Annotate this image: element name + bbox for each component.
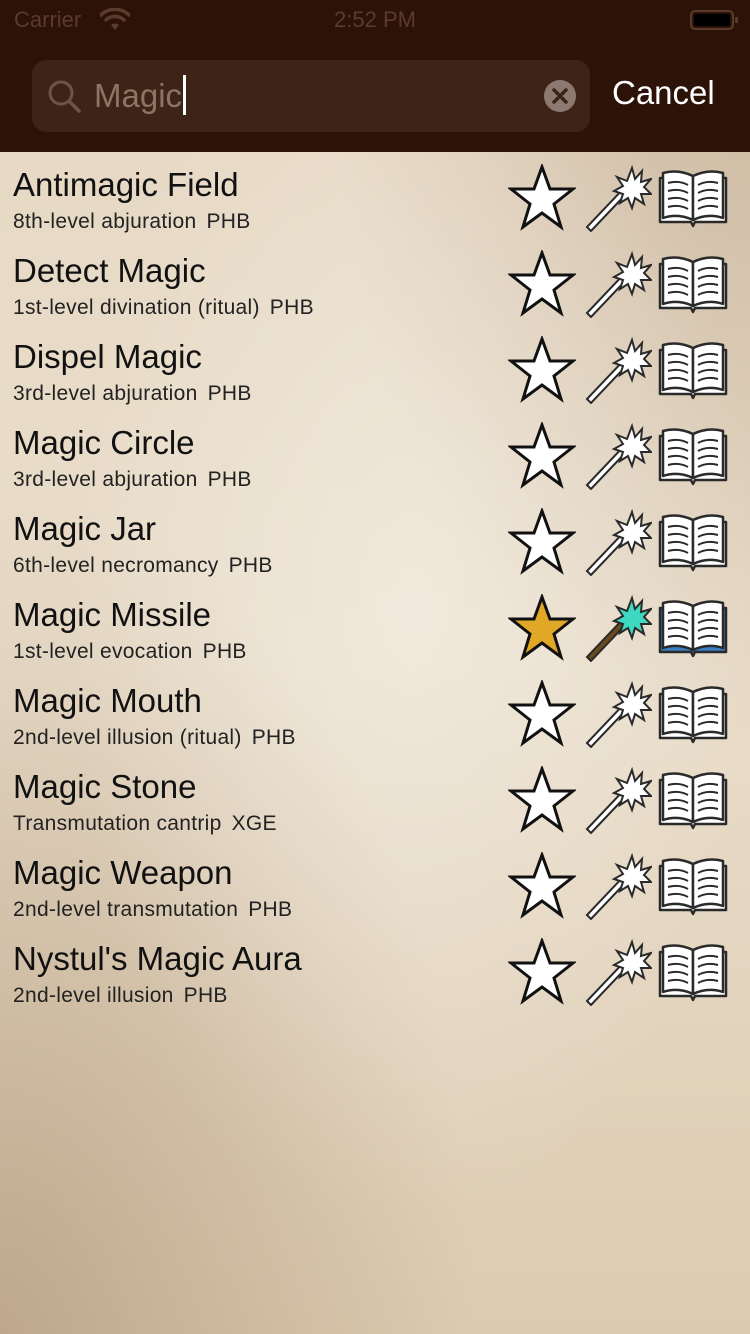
spell-source: PHB: [228, 554, 273, 577]
spell-name: Antimagic Field: [13, 166, 239, 203]
spellbook-icon[interactable]: [658, 598, 728, 658]
status-time: 2:52 PM: [334, 7, 416, 32]
spell-name: Magic Missile: [13, 596, 212, 633]
search-input[interactable]: Magic: [94, 75, 187, 115]
star-icon[interactable]: [508, 250, 576, 318]
spell-subtitle: 8th-level abjuration PHB: [13, 210, 251, 234]
clear-icon[interactable]: [544, 80, 576, 112]
spell-row[interactable]: Magic Missile 1st-level evocation PHB: [0, 582, 750, 668]
spell-level-school: Transmutation cantrip: [13, 812, 222, 835]
magic-wand-icon[interactable]: [584, 508, 652, 576]
magic-wand-icon[interactable]: [584, 938, 652, 1006]
spell-name: Magic Weapon: [13, 854, 233, 891]
battery-icon: [690, 10, 738, 30]
spell-row[interactable]: Magic Mouth 2nd-level illusion (ritual) PH…: [0, 668, 750, 754]
spell-row[interactable]: Magic Jar 6th-level necromancy PHB: [0, 496, 750, 582]
spell-subtitle: 3rd-level abjuration PHB: [13, 468, 252, 492]
status-bar: Carrier 2:52 PM: [0, 0, 750, 40]
spell-subtitle: 2nd-level illusion PHB: [13, 984, 228, 1008]
spell-level-school: 6th-level necromancy: [13, 554, 219, 577]
spell-row[interactable]: Detect Magic 1st-level divination (ritual…: [0, 238, 750, 324]
spell-source: PHB: [248, 898, 293, 921]
text-caret: [183, 75, 187, 115]
star-icon[interactable]: [508, 852, 576, 920]
star-icon[interactable]: [508, 594, 576, 662]
spell-level-school: 3rd-level abjuration: [13, 468, 198, 491]
spell-name: Detect Magic: [13, 252, 206, 289]
spell-source: PHB: [206, 210, 251, 233]
spell-source: PHB: [251, 726, 296, 749]
spell-source: XGE: [231, 812, 277, 835]
magic-wand-icon[interactable]: [584, 852, 652, 920]
spell-row[interactable]: Nystul's Magic Aura 2nd-level illusion PHB: [0, 926, 750, 1012]
spell-list: Antimagic Field 8th-level abjuration PHB De…: [0, 152, 750, 1012]
spellbook-icon[interactable]: [658, 856, 728, 916]
spell-row[interactable]: Antimagic Field 8th-level abjuration PHB: [0, 152, 750, 238]
spell-row[interactable]: Magic Weapon 2nd-level transmutation PHB: [0, 840, 750, 926]
star-icon[interactable]: [508, 508, 576, 576]
spell-level-school: 2nd-level transmutation: [13, 898, 239, 921]
spellbook-icon[interactable]: [658, 684, 728, 744]
spell-level-school: 2nd-level illusion: [13, 984, 174, 1007]
spell-level-school: 1st-level evocation: [13, 640, 193, 663]
star-icon[interactable]: [508, 422, 576, 490]
spell-subtitle: 1st-level divination (ritual) PHB: [13, 296, 314, 320]
spellbook-icon[interactable]: [658, 168, 728, 228]
spell-name: Magic Mouth: [13, 682, 202, 719]
spell-subtitle: 1st-level evocation PHB: [13, 640, 247, 664]
spell-subtitle: 2nd-level transmutation PHB: [13, 898, 292, 922]
spell-source: PHB: [202, 640, 247, 663]
spellbook-icon[interactable]: [658, 426, 728, 486]
magic-wand-icon[interactable]: [584, 164, 652, 232]
spell-name: Dispel Magic: [13, 338, 202, 375]
spell-level-school: 8th-level abjuration: [13, 210, 197, 233]
spell-level-school: 3rd-level abjuration: [13, 382, 198, 405]
star-icon[interactable]: [508, 164, 576, 232]
spell-row[interactable]: Dispel Magic 3rd-level abjuration PHB: [0, 324, 750, 410]
search-input-value: Magic: [94, 77, 183, 114]
star-icon[interactable]: [508, 938, 576, 1006]
search-field[interactable]: Magic: [32, 60, 590, 132]
cancel-button[interactable]: Cancel: [612, 74, 715, 112]
spell-subtitle: 2nd-level illusion (ritual) PHB: [13, 726, 296, 750]
spell-subtitle: 3rd-level abjuration PHB: [13, 382, 252, 406]
magic-wand-icon[interactable]: [584, 766, 652, 834]
spell-name: Magic Jar: [13, 510, 157, 547]
magic-wand-icon[interactable]: [584, 680, 652, 748]
magic-wand-icon[interactable]: [584, 594, 652, 662]
spellbook-icon[interactable]: [658, 942, 728, 1002]
spell-level-school: 2nd-level illusion (ritual): [13, 726, 242, 749]
star-icon[interactable]: [508, 766, 576, 834]
spell-source: PHB: [269, 296, 314, 319]
spell-name: Nystul's Magic Aura: [13, 940, 302, 977]
star-icon[interactable]: [508, 680, 576, 748]
spell-row[interactable]: Magic Circle 3rd-level abjuration PHB: [0, 410, 750, 496]
navigation-bar: Carrier 2:52 PM Magic Cancel: [0, 0, 750, 152]
star-icon[interactable]: [508, 336, 576, 404]
magic-wand-icon[interactable]: [584, 422, 652, 490]
spell-name: Magic Stone: [13, 768, 197, 805]
spell-name: Magic Circle: [13, 424, 195, 461]
spellbook-icon[interactable]: [658, 254, 728, 314]
spell-source: PHB: [207, 382, 252, 405]
spellbook-icon[interactable]: [658, 340, 728, 400]
spell-row[interactable]: Magic Stone Transmutation cantrip XGE: [0, 754, 750, 840]
spellbook-icon[interactable]: [658, 770, 728, 830]
magic-wand-icon[interactable]: [584, 250, 652, 318]
spellbook-icon[interactable]: [658, 512, 728, 572]
spell-level-school: 1st-level divination (ritual): [13, 296, 260, 319]
spell-source: PHB: [207, 468, 252, 491]
search-icon: [48, 80, 81, 113]
magic-wand-icon[interactable]: [584, 336, 652, 404]
spell-source: PHB: [183, 984, 228, 1007]
spell-subtitle: 6th-level necromancy PHB: [13, 554, 273, 578]
spell-subtitle: Transmutation cantrip XGE: [13, 812, 277, 836]
